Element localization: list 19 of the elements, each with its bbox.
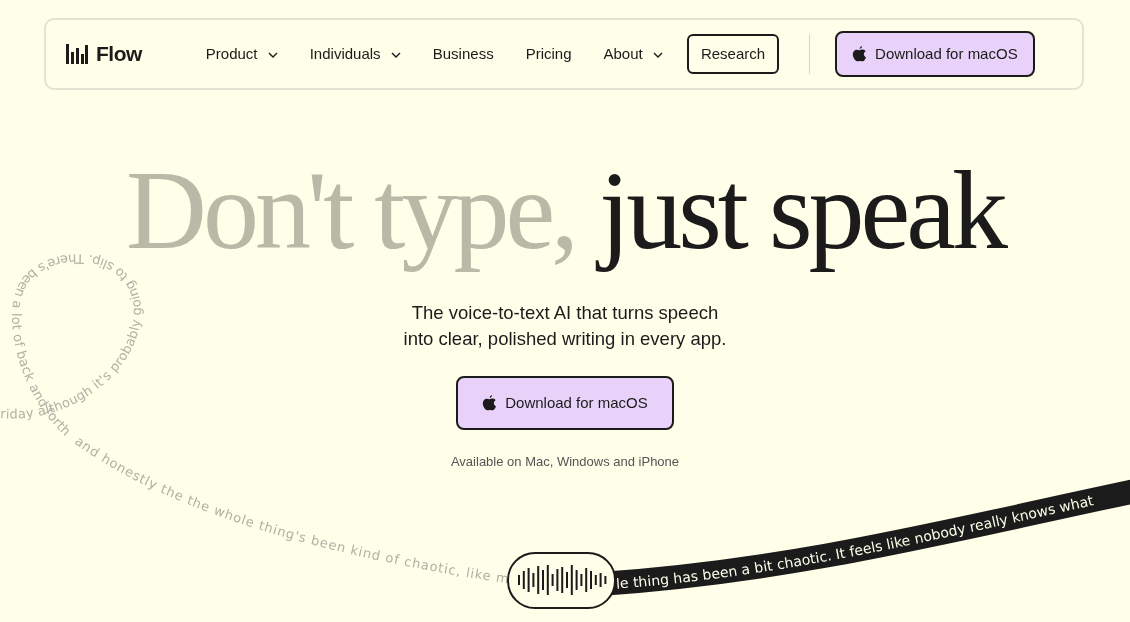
nav-link[interactable]: Pricing <box>509 36 588 72</box>
brand-name: Flow <box>96 41 142 68</box>
chevron-down-icon <box>390 51 401 58</box>
transcript-text: le thing has been a bit chaotic. It feels like nobody really knows what <box>615 492 1095 592</box>
apple-icon <box>852 45 868 63</box>
subtitle: The voice-to-text AI that turns speech into clear, polished writing in every app. <box>403 301 727 351</box>
research-button[interactable]: Research <box>686 33 780 75</box>
logo-icon <box>66 44 88 64</box>
chevron-down-icon <box>267 51 278 58</box>
download-button[interactable]: Download for macOS <box>456 375 674 431</box>
nav-link[interactable]: Individuals <box>293 36 417 72</box>
availability-note: Available on Mac, Windows and iPhone <box>450 453 680 472</box>
nav-link[interactable]: Business <box>416 36 510 72</box>
download-button[interactable]: Download for macOS <box>835 30 1035 78</box>
headline-muted: Don't type, <box>126 148 576 272</box>
nav-link[interactable]: Product <box>189 36 294 72</box>
nav-link[interactable]: About <box>587 36 679 72</box>
apple-icon <box>482 394 498 412</box>
chevron-down-icon <box>652 51 663 58</box>
